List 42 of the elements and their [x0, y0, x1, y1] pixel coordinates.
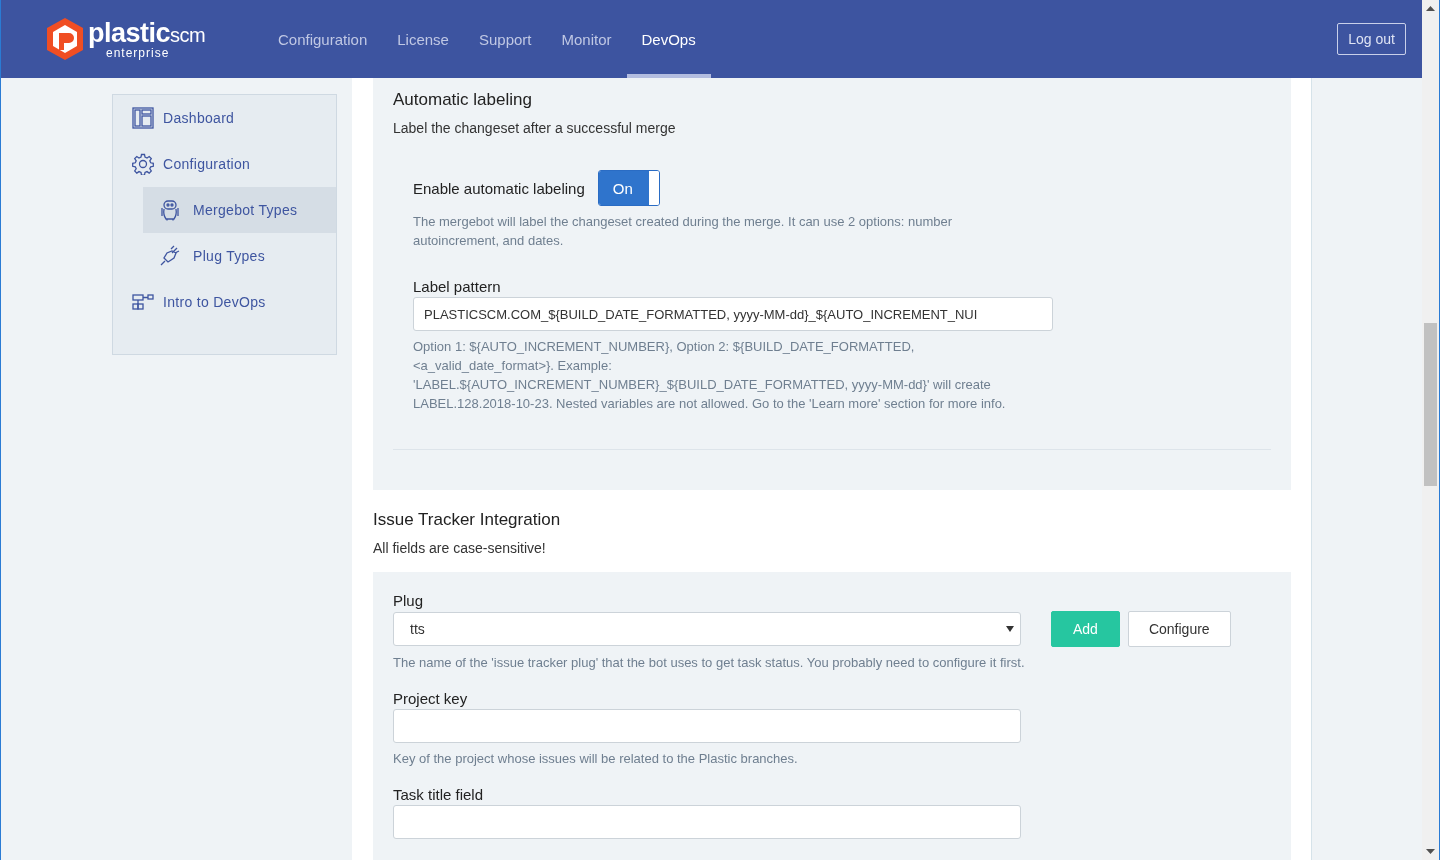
section-description: All fields are case-sensitive!: [373, 540, 547, 556]
section-description: Label the changeset after a successful merge: [393, 120, 677, 136]
help-text: The name of the 'issue tracker plug' that the bot uses to get task status. You probably need to configure it first.: [393, 654, 1026, 672]
field-label: Task title field: [393, 786, 485, 803]
section-title: Issue Tracker Integration: [373, 510, 562, 530]
dropdown[interactable]: tts: [393, 612, 1021, 646]
field-label: Label pattern: [413, 278, 502, 295]
input-field[interactable]: [393, 805, 1021, 839]
logo-subtitle: enterprise: [106, 46, 170, 59]
sidebar-item[interactable]: Plug Types: [143, 233, 336, 279]
sidebar-item[interactable]: Intro to DevOps: [113, 279, 336, 325]
input-field[interactable]: PLASTICSCM.COM_${BUILD_DATE_FORMATTED, yyyy-MM-dd}_${AUTO_INCREMENT_NUI: [413, 297, 1053, 331]
help-text: The mergebot will label the changeset created during the merge. It can use 2 options: number autoincrement, and dates.: [413, 213, 954, 250]
field-label: Project key: [393, 690, 469, 707]
nav-tab[interactable]: Monitor: [546, 0, 627, 78]
dropdown-caret-icon: [1006, 626, 1014, 632]
nav-tab[interactable]: Support: [463, 0, 547, 78]
flowchart-icon: [132, 294, 154, 310]
nav-tab[interactable]: Configuration: [263, 0, 383, 78]
sidebar-item[interactable]: Mergebot Types: [143, 187, 336, 233]
hexagon-logo-icon: [45, 17, 85, 61]
input-field[interactable]: [393, 709, 1021, 743]
sidebar-item[interactable]: Dashboard: [113, 95, 336, 141]
scrollbar[interactable]: [1422, 0, 1439, 860]
dashboard-icon: [132, 107, 154, 129]
sidebar-item[interactable]: Configuration: [113, 141, 336, 187]
scroll-down-icon[interactable]: [1426, 849, 1435, 854]
gear-icon: [132, 153, 154, 175]
scrollbar-thumb[interactable]: [1424, 323, 1437, 486]
plug-icon: [159, 245, 181, 267]
logout-button[interactable]: Log out: [1337, 23, 1406, 55]
scroll-up-icon[interactable]: [1426, 6, 1435, 11]
toggle-label: Enable automatic labeling: [413, 179, 585, 197]
logo-wordmark: plasticscm: [88, 19, 206, 47]
nav-tab[interactable]: License: [382, 0, 464, 78]
field-label: Plug: [393, 592, 425, 609]
help-text: Key of the project whose issues will be related to the Plastic branches.: [393, 750, 799, 768]
section-title: Automatic labeling: [393, 90, 533, 110]
robot-icon: [159, 199, 181, 221]
help-text: Option 1: ${AUTO_INCREMENT_NUMBER}, Option 2: ${BUILD_DATE_FORMATTED, <a_valid_date_format>}. Example: 'LABEL.${AUTO_INCREMENT_NUMBER}_${BUILD_DATE_FORMATTED, yyyy-MM-dd}' will create LABEL.128.2018-10-23. Nested variables are not allowed. Go to the 'Learn more' section for more info.: [413, 338, 1007, 413]
action-button[interactable]: Configure: [1127, 611, 1231, 647]
toggle-switch[interactable]: On: [597, 170, 660, 206]
